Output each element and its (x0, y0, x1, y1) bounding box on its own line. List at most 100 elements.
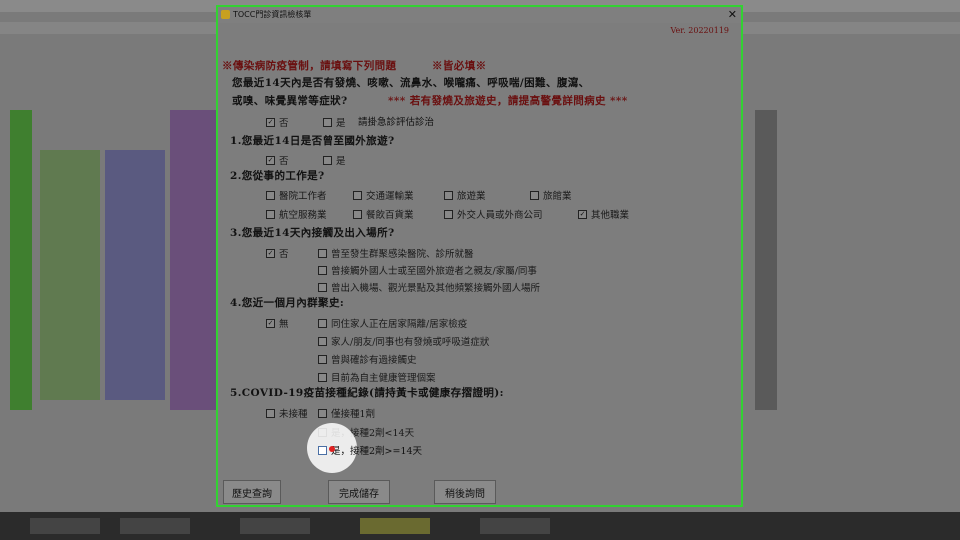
taskbar-item (240, 518, 310, 534)
checkbox[interactable]: ✓ (266, 248, 275, 258)
q4-none-option[interactable]: ✓ 無 (266, 316, 289, 330)
q4-option[interactable]: 家人/朋友/同事也有發燒或呼吸道症狀 (318, 334, 489, 348)
symptom-no-option[interactable]: ✓ 否 (266, 115, 289, 129)
taskbar-item (30, 518, 100, 534)
checkbox[interactable] (353, 190, 362, 200)
option-label: 醫院工作者 (279, 191, 327, 202)
checkbox[interactable] (353, 209, 362, 219)
q2-option[interactable]: 餐飲百貨業 (353, 207, 414, 221)
option-label: 目前為自主健康管理個案 (331, 373, 436, 384)
checkbox[interactable] (318, 408, 327, 418)
q1-title: 1.您最近14日是否曾至國外旅遊? (230, 135, 395, 147)
bg-list-column-2 (105, 150, 165, 400)
checkbox[interactable] (318, 248, 327, 258)
option-label: 未接種 (279, 409, 308, 420)
titlebar: TOCC門診資訊檢核單 ✕ (218, 7, 741, 23)
taskbar-item (480, 518, 550, 534)
q2-option[interactable]: 外交人員或外商公司 (444, 207, 543, 221)
option-label: 否 (279, 156, 289, 167)
save-button[interactable]: 完成儲存 (328, 480, 390, 504)
option-label: 家人/朋友/同事也有發燒或呼吸道症狀 (331, 337, 490, 348)
checkbox[interactable] (266, 408, 275, 418)
option-label: 交通運輸業 (366, 191, 414, 202)
q4-option[interactable]: 目前為自主健康管理個案 (318, 370, 436, 384)
q3-title: 3.您最近14天內接觸及出入場所? (230, 227, 395, 239)
q3-option[interactable]: 曾接觸外國人士或至國外旅遊者之親友/家屬/同事 (318, 263, 537, 277)
checkbox[interactable]: ✓ (266, 117, 275, 127)
required-text: ※皆必填※ (432, 60, 487, 72)
checkbox[interactable] (323, 155, 332, 165)
option-label: 曾與確診有過接觸史 (331, 355, 417, 366)
taskbar-item (120, 518, 190, 534)
yes-note: 請掛急診評估診治 (358, 117, 435, 128)
checkbox[interactable]: ✓ (266, 155, 275, 165)
q3-option[interactable]: 曾至發生群聚感染醫院、診所就醫 (318, 246, 474, 260)
option-label: 曾至發生群聚感染醫院、診所就醫 (331, 249, 474, 260)
warning-text: *** 若有發燒及旅遊史，請提高警覺詳問病史 *** (388, 95, 628, 107)
q4-title: 4.您近一個月內群聚史: (230, 297, 345, 309)
checkbox[interactable] (266, 209, 275, 219)
option-label: 是 (336, 156, 346, 167)
q1-yes-option[interactable]: 是 (323, 153, 346, 167)
mouse-cursor-icon (329, 446, 335, 452)
checkbox[interactable] (444, 190, 453, 200)
checkbox[interactable] (444, 209, 453, 219)
q5-option[interactable]: 僅接種1劑 (318, 406, 375, 420)
q2-option[interactable]: 醫院工作者 (266, 188, 327, 202)
option-label: 否 (279, 118, 289, 129)
q5-option[interactable]: 未接種 (266, 406, 308, 420)
checkbox[interactable] (318, 265, 327, 275)
q2-title: 2.您從事的工作是? (230, 170, 325, 182)
option-label: 其他職業 (591, 210, 630, 221)
option-label: 曾接觸外國人士或至國外旅遊者之親友/家屬/同事 (331, 266, 537, 277)
option-label: 旅館業 (543, 191, 572, 202)
notice-text: ※傳染病防疫管制，請填寫下列問題 (222, 60, 397, 72)
option-label: 旅遊業 (457, 191, 486, 202)
checkbox[interactable]: ✓ (578, 209, 587, 219)
option-label: 否 (279, 249, 289, 260)
q4-option[interactable]: 曾與確診有過接觸史 (318, 352, 417, 366)
checkbox[interactable] (530, 190, 539, 200)
checkbox[interactable] (318, 354, 327, 364)
option-label: 外交人員或外商公司 (457, 210, 543, 221)
checkbox[interactable] (266, 190, 275, 200)
q2-option[interactable]: 航空服務業 (266, 207, 327, 221)
q4-option[interactable]: 同住家人正在居家隔離/居家檢疫 (318, 316, 467, 330)
app-icon (221, 10, 230, 19)
bg-list-column (40, 150, 100, 400)
option-label: 曾出入機場、觀光景點及其他頻繁接觸外國人場所 (331, 283, 541, 294)
q2-option[interactable]: ✓ 其他職業 (578, 207, 629, 221)
q3-no-option[interactable]: ✓ 否 (266, 246, 289, 260)
q2-option[interactable]: 旅館業 (530, 188, 572, 202)
version-label: Ver. 20220119 (670, 26, 729, 35)
option-label: 無 (279, 319, 289, 330)
checkbox[interactable] (323, 117, 332, 127)
checkbox[interactable] (318, 282, 327, 292)
option-label: 是，接種2劑>=14天 (331, 446, 423, 457)
symptom-yes-option[interactable]: 是 (323, 115, 346, 129)
checkbox[interactable] (318, 445, 327, 455)
history-button[interactable]: 歷史查詢 (223, 480, 281, 504)
close-icon[interactable]: ✕ (728, 8, 737, 21)
q5-title: 5.COVID-19疫苗接種紀錄(請持黃卡或健康存摺證明): (230, 387, 504, 399)
option-label: 航空服務業 (279, 210, 327, 221)
bg-right-panel (755, 110, 777, 410)
taskbar-item (360, 518, 430, 534)
window-title: TOCC門診資訊檢核單 (233, 10, 312, 19)
ask-later-button[interactable]: 稍後詢問 (434, 480, 496, 504)
option-label: 餐飲百貨業 (366, 210, 414, 221)
option-label: 同住家人正在居家隔離/居家檢疫 (331, 319, 468, 330)
q1-no-option[interactable]: ✓ 否 (266, 153, 289, 167)
checkbox[interactable] (318, 336, 327, 346)
q2-option[interactable]: 旅遊業 (444, 188, 486, 202)
checkbox[interactable]: ✓ (266, 318, 275, 328)
symptom-question-line1: 您最近14天內是否有發燒、咳嗽、流鼻水、喉嚨痛、呼吸喘/困難、腹瀉、 (232, 77, 590, 89)
checkbox[interactable] (318, 318, 327, 328)
option-label: 僅接種1劑 (331, 409, 376, 420)
bg-status-column (10, 110, 32, 410)
q3-option[interactable]: 曾出入機場、觀光景點及其他頻繁接觸外國人場所 (318, 280, 540, 294)
tocc-dialog: TOCC門診資訊檢核單 ✕ Ver. 20220119 ※傳染病防疫管制，請填寫… (216, 5, 743, 507)
checkbox[interactable] (318, 372, 327, 382)
option-label: 是 (336, 118, 346, 129)
q2-option[interactable]: 交通運輸業 (353, 188, 414, 202)
